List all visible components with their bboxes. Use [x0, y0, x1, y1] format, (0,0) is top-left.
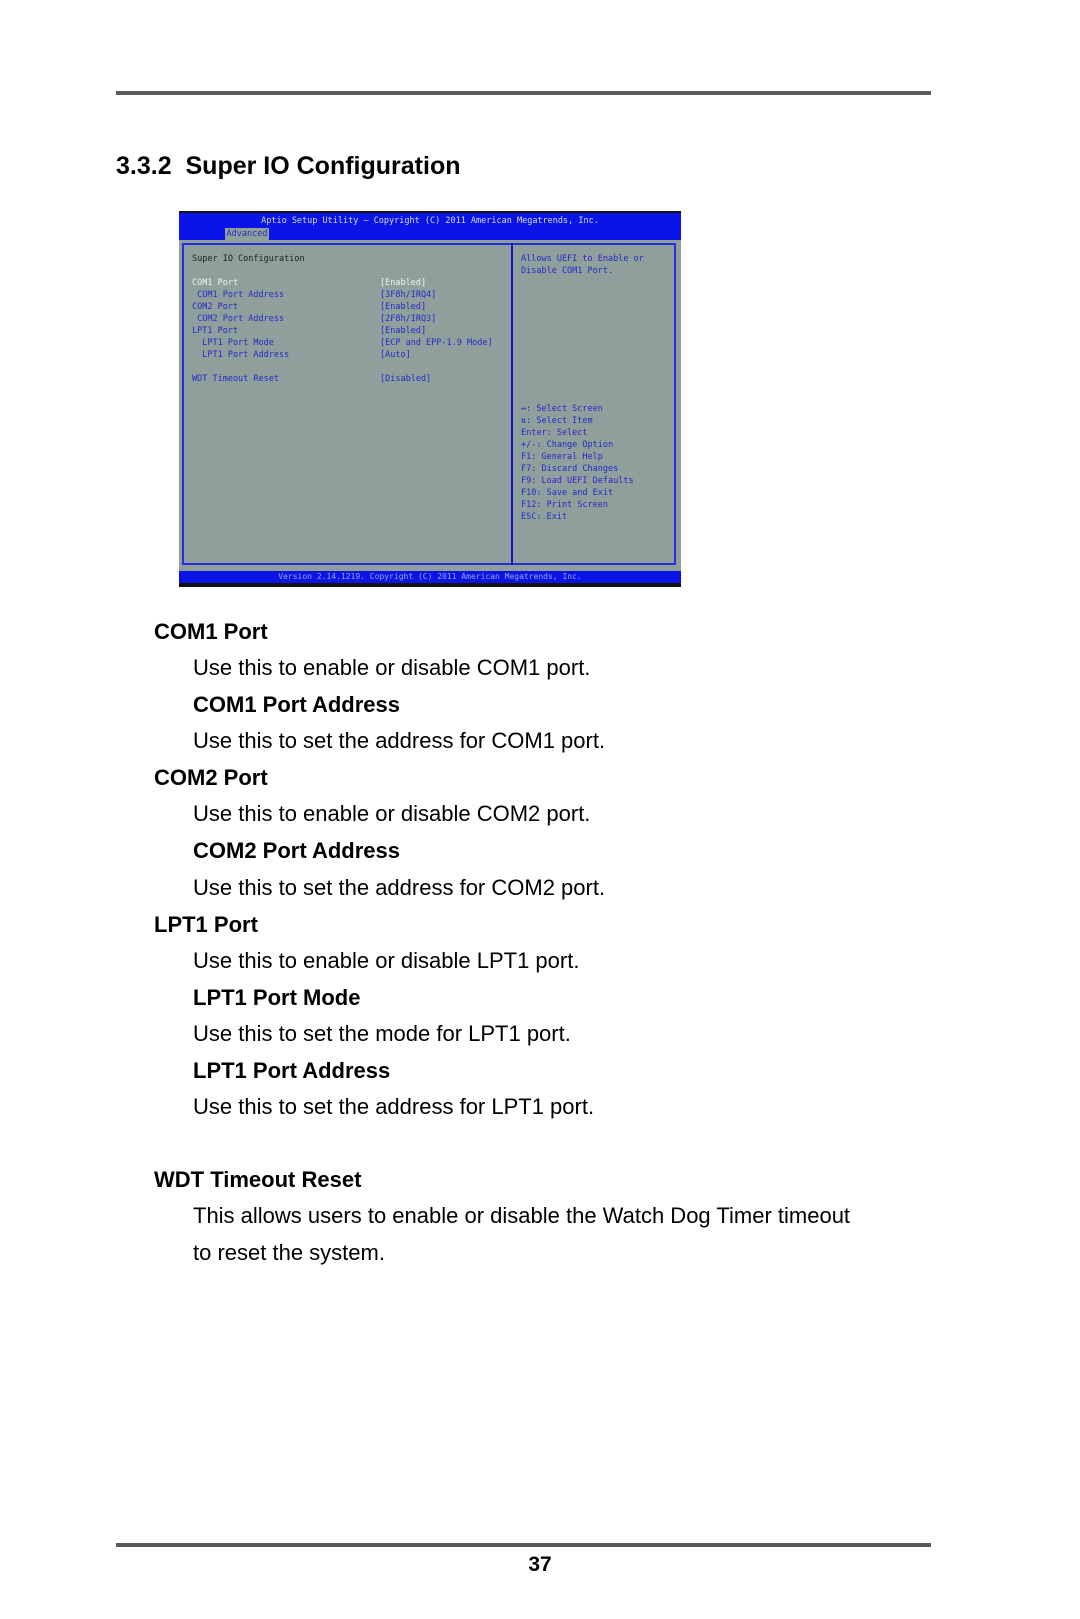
- bios-key-help: ↔: Select Screen ⇅: Select Item Enter: S…: [521, 403, 634, 523]
- key-help-save-exit: F10: Save and Exit: [521, 488, 614, 498]
- doc-heading-lpt1-port-mode: LPT1 Port Mode: [193, 985, 361, 1010]
- doc-text-com2-port-address: Use this to set the address for COM2 por…: [193, 875, 606, 900]
- key-help-enter: Enter: Select: [521, 428, 588, 438]
- key-help-select-item: ⇅: Select Item: [521, 416, 593, 426]
- doc-text-com1-port: Use this to enable or disable COM1 port.: [193, 655, 591, 680]
- bios-item-value[interactable]: [Enabled]: [380, 301, 426, 313]
- bios-item-label: COM1 Port Address: [192, 290, 285, 300]
- bios-item-lpt1-port[interactable]: LPT1 Port [Enabled]: [192, 325, 507, 337]
- doc-text-lpt1-port-address: Use this to set the address for LPT1 por…: [193, 1094, 595, 1119]
- bios-item-com1-port-address[interactable]: COM1 Port Address [3F8h/IRQ4]: [192, 289, 507, 301]
- doc-text-wdt-timeout-reset: This allows users to enable or disable t…: [193, 1203, 851, 1228]
- section-title: 3.3.2 Super IO Configuration: [116, 152, 461, 180]
- bios-page-heading: Super IO Configuration: [192, 254, 305, 264]
- bios-divider: [511, 243, 513, 565]
- bios-item-label: LPT1 Port Mode: [192, 338, 274, 348]
- doc-text-com1-port-address: Use this to set the address for COM1 por…: [193, 728, 606, 753]
- bios-item-lpt1-port-address[interactable]: LPT1 Port Address [Auto]: [192, 349, 507, 361]
- page-number: 37: [528, 1553, 552, 1576]
- bios-item-value[interactable]: [Auto]: [380, 349, 411, 361]
- bios-footer: Version 2.14.1219. Copyright (C) 2011 Am…: [179, 571, 681, 583]
- key-help-load-defaults: F9: Load UEFI Defaults: [521, 476, 634, 486]
- bios-item-label: WDT Timeout Reset: [192, 374, 279, 384]
- doc-text-com2-port: Use this to enable or disable COM2 port.: [193, 801, 591, 826]
- bios-item-label: LPT1 Port: [192, 326, 239, 336]
- bios-title: Aptio Setup Utility – Copyright (C) 2011…: [261, 216, 599, 226]
- bios-item-wdt-timeout-reset[interactable]: WDT Timeout Reset [Disabled]: [192, 373, 507, 385]
- bios-item-value[interactable]: [Enabled]: [380, 325, 426, 337]
- bios-item-label: COM2 Port: [192, 302, 239, 312]
- bios-help-text: Disable COM1 Port.: [521, 266, 614, 276]
- doc-heading-lpt1-port: LPT1 Port: [154, 912, 258, 937]
- header-rule: [116, 91, 931, 95]
- bios-screenshot: Aptio Setup Utility – Copyright (C) 2011…: [179, 211, 681, 587]
- bios-settings-panel: Super IO Configuration COM1 Port [Enable…: [192, 253, 507, 385]
- doc-text-lpt1-port-mode: Use this to set the mode for LPT1 port.: [193, 1021, 571, 1046]
- bios-item-value[interactable]: [ECP and EPP-1.9 Mode]: [380, 337, 493, 349]
- bios-help-panel: Allows UEFI to Enable or Disable COM1 Po…: [521, 253, 676, 277]
- bios-item-com2-port-address[interactable]: COM2 Port Address [2F8h/IRQ3]: [192, 313, 507, 325]
- doc-heading-com2-port-address: COM2 Port Address: [193, 838, 401, 863]
- doc-heading-lpt1-port-address: LPT1 Port Address: [193, 1058, 391, 1083]
- bios-item-value[interactable]: [3F8h/IRQ4]: [380, 289, 436, 301]
- key-help-exit: ESC: Exit: [521, 512, 568, 522]
- doc-heading-wdt-timeout-reset: WDT Timeout Reset: [154, 1167, 362, 1192]
- bios-item-value[interactable]: [Disabled]: [380, 373, 431, 385]
- key-help-select-screen: ↔: Select Screen: [521, 404, 603, 414]
- doc-heading-com2-port: COM2 Port: [154, 765, 268, 790]
- key-help-change-option: +/-: Change Option: [521, 440, 614, 450]
- doc-text-lpt1-port: Use this to enable or disable LPT1 port.: [193, 948, 580, 973]
- bios-item-label: COM2 Port Address: [192, 314, 285, 324]
- bios-item-value[interactable]: [2F8h/IRQ3]: [380, 313, 436, 325]
- bios-item-com1-port[interactable]: COM1 Port [Enabled]: [192, 277, 507, 289]
- bios-item-lpt1-port-mode[interactable]: LPT1 Port Mode [ECP and EPP-1.9 Mode]: [192, 337, 507, 349]
- bios-help-text: Allows UEFI to Enable or: [521, 254, 644, 264]
- key-help-discard-changes: F7: Discard Changes: [521, 464, 619, 474]
- footer-rule: [116, 1543, 931, 1547]
- doc-heading-com1-port-address: COM1 Port Address: [193, 692, 401, 717]
- bios-item-com2-port[interactable]: COM2 Port [Enabled]: [192, 301, 507, 313]
- bios-item-value[interactable]: [Enabled]: [380, 277, 426, 289]
- doc-text-wdt-timeout-reset-cont: to reset the system.: [193, 1240, 385, 1265]
- key-help-print-screen: F12: Print Screen: [521, 500, 608, 510]
- doc-heading-com1-port: COM1 Port: [154, 619, 268, 644]
- bios-header: Aptio Setup Utility – Copyright (C) 2011…: [179, 213, 681, 240]
- bios-item-label: LPT1 Port Address: [192, 350, 290, 360]
- key-help-general-help: F1: General Help: [521, 452, 603, 462]
- tab-advanced[interactable]: Advanced: [225, 228, 269, 240]
- bios-item-label: COM1 Port: [192, 278, 239, 288]
